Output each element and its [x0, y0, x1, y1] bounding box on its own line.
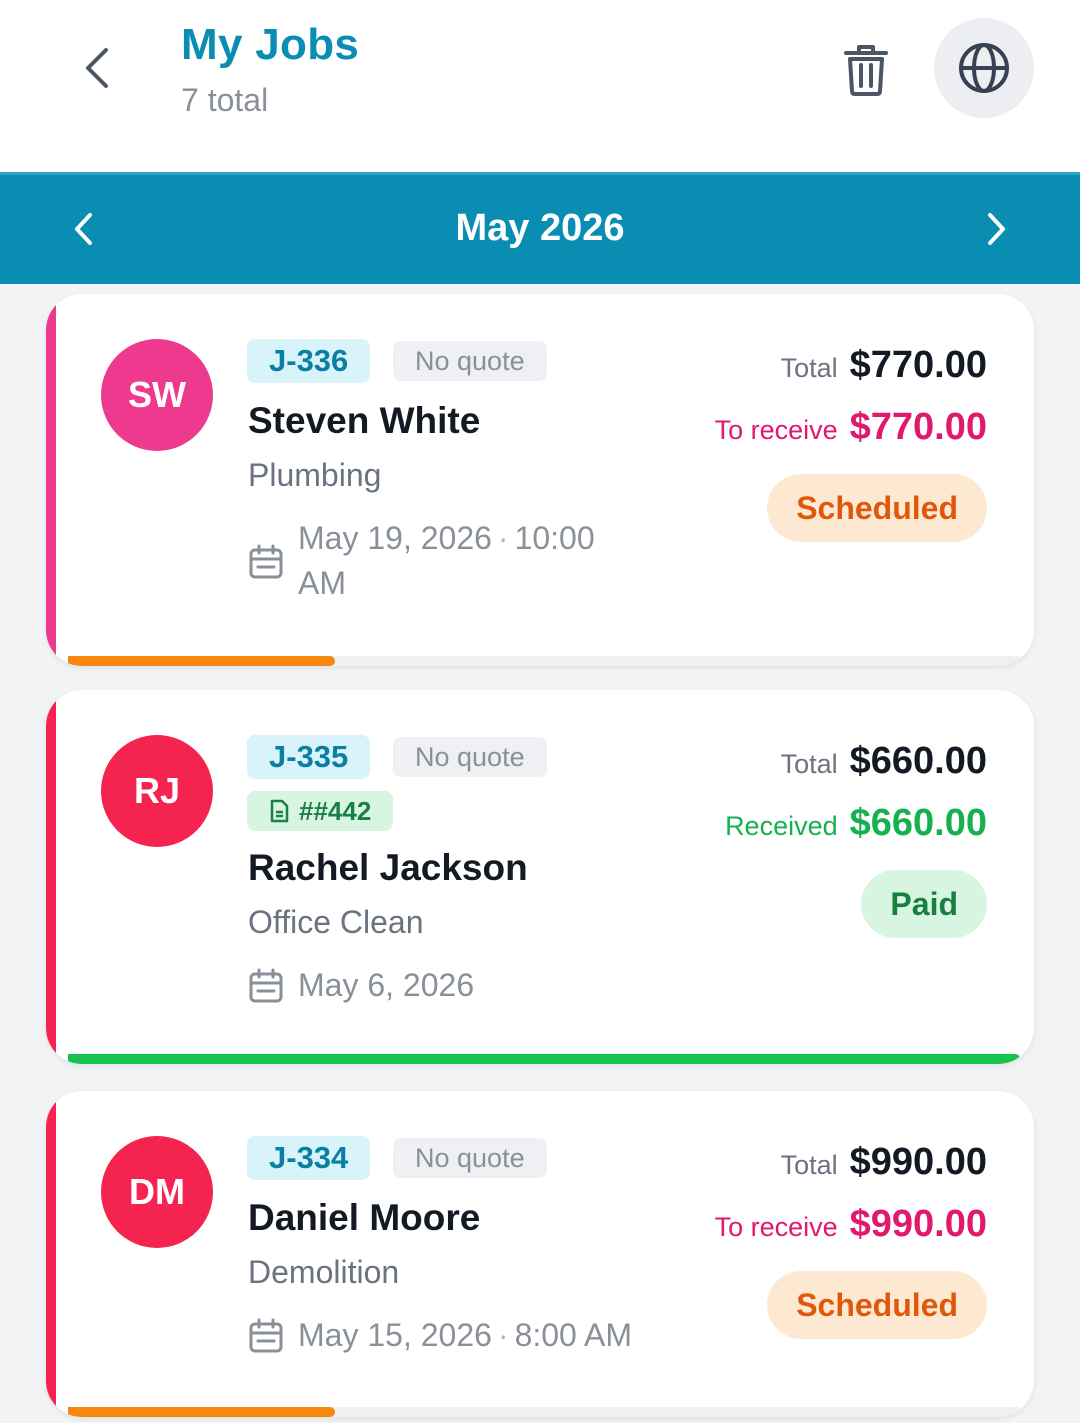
job-date: May 15, 2026 · 8:00 AM — [298, 1313, 718, 1358]
avatar: SW — [101, 339, 213, 451]
balance-amount: $990.00 — [849, 1203, 987, 1245]
total-label: Total — [780, 353, 838, 383]
job-card[interactable]: RJ J-335 No quote ##442 Rachel Jackson O… — [46, 690, 1034, 1064]
progress-bar — [68, 1407, 335, 1417]
service-type: Demolition — [248, 1254, 400, 1290]
quote-badge: No quote — [393, 1138, 547, 1178]
calendar-icon — [249, 544, 283, 579]
job-card[interactable]: SW J-336 No quote Steven White Plumbing … — [46, 294, 1034, 666]
invoice-badge: ##442 — [247, 791, 394, 831]
job-count: 7 total — [181, 82, 269, 118]
quote-badge: No quote — [393, 737, 547, 777]
total-amount: $660.00 — [849, 740, 987, 782]
chevron-left-icon — [86, 48, 108, 88]
total-row: Total $770.00 — [781, 344, 987, 387]
date-value: May 15, 2026 — [298, 1317, 492, 1353]
service-type: Plumbing — [248, 457, 382, 493]
date-value: May 6, 2026 — [298, 967, 475, 1003]
status-badge: Paid — [861, 870, 987, 938]
total-row: Total $990.00 — [781, 1141, 987, 1184]
delete-button[interactable] — [834, 38, 898, 102]
job-id-badge: J-336 — [247, 339, 371, 383]
job-id-badge: J-334 — [247, 1136, 371, 1180]
total-amount: $990.00 — [849, 1141, 987, 1183]
balance-amount: $770.00 — [849, 406, 987, 448]
date-value: May 19, 2026 — [298, 520, 492, 556]
back-button[interactable] — [70, 40, 126, 96]
job-card[interactable]: DM J-334 No quote Daniel Moore Demolitio… — [46, 1091, 1034, 1417]
calendar-icon — [249, 968, 283, 1003]
avatar: DM — [101, 1136, 213, 1248]
balance-label: Received — [725, 811, 838, 841]
job-id-badge: J-335 — [247, 735, 371, 779]
service-type: Office Clean — [248, 904, 424, 940]
status-badge: Scheduled — [767, 474, 987, 542]
trash-icon — [844, 45, 888, 96]
balance-label: To receive — [714, 1212, 838, 1242]
card-accent — [46, 690, 56, 1064]
document-icon — [270, 799, 289, 823]
balance-row: To receive $770.00 — [715, 406, 987, 449]
balance-label: To receive — [714, 415, 838, 445]
language-button[interactable] — [934, 18, 1034, 118]
calendar-icon — [249, 1318, 283, 1353]
client-name: Steven White — [248, 400, 481, 441]
job-date: May 19, 2026 · 10:00 AM — [298, 516, 628, 606]
progress-bar — [68, 1054, 1020, 1064]
card-accent — [46, 1091, 56, 1417]
status-badge: Scheduled — [767, 1271, 987, 1339]
chevron-right-icon — [988, 213, 1005, 245]
top-bar: My Jobs 7 total — [0, 0, 1080, 172]
separator-dot: · — [497, 1317, 509, 1353]
page-title: My Jobs — [181, 20, 360, 69]
current-month: May 2026 — [455, 207, 625, 249]
separator-dot: · — [497, 520, 509, 556]
balance-row: To receive $990.00 — [715, 1203, 987, 1246]
total-row: Total $660.00 — [781, 740, 987, 783]
progress-bar — [68, 656, 335, 666]
globe-icon — [959, 43, 1009, 93]
quote-badge: No quote — [393, 341, 547, 381]
avatar: RJ — [101, 735, 213, 847]
balance-row: Received $660.00 — [725, 802, 987, 845]
client-name: Daniel Moore — [248, 1197, 481, 1238]
time-value: 8:00 AM — [514, 1317, 632, 1353]
invoice-number: ##442 — [299, 795, 372, 826]
total-label: Total — [780, 749, 838, 779]
job-date: May 6, 2026 — [298, 963, 698, 1008]
card-accent — [46, 294, 56, 666]
client-name: Rachel Jackson — [248, 847, 528, 888]
balance-amount: $660.00 — [849, 802, 987, 844]
total-label: Total — [780, 1150, 838, 1180]
total-amount: $770.00 — [849, 344, 987, 386]
next-month-button[interactable] — [968, 201, 1024, 257]
month-navigator: May 2026 — [0, 172, 1080, 284]
